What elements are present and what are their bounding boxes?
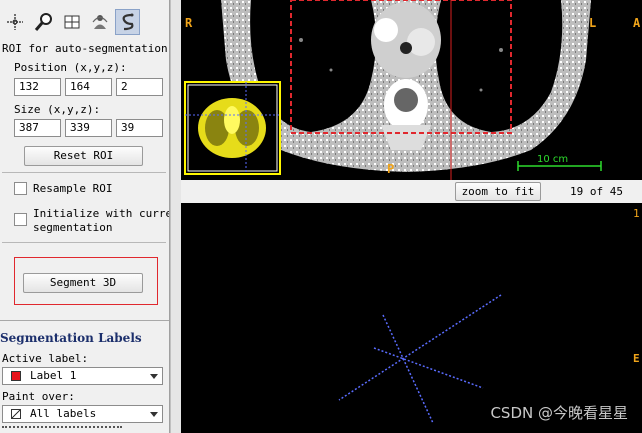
initialize-label-line2: segmentation — [33, 221, 113, 234]
paint-over-value: All labels — [30, 407, 97, 420]
size-z-field[interactable]: 39 — [116, 119, 163, 137]
left-panel: ROI for auto-segmentation: Position (x,y… — [0, 0, 170, 433]
paintbrush-tool-button[interactable] — [87, 9, 112, 35]
divider — [2, 242, 166, 243]
segment-3d-button[interactable]: Segment 3D — [23, 273, 143, 293]
right-edge-mid-label: E — [633, 352, 640, 365]
grid-icon — [64, 15, 79, 29]
window-tool-button[interactable] — [59, 9, 84, 35]
position-label: Position (x,y,z): — [14, 61, 127, 74]
orientation-left: R — [185, 16, 193, 30]
ct-image — [184, 0, 602, 180]
orientation-bottom: P — [387, 162, 395, 176]
person-icon — [92, 15, 107, 29]
paint-over-caption: Paint over: — [2, 390, 75, 403]
cut-off-row — [0, 426, 169, 433]
resample-roi-checkbox[interactable] — [14, 182, 27, 195]
panel-splitter[interactable] — [170, 0, 181, 433]
ct-slice-view[interactable]: R L P 10 cm — [181, 0, 632, 180]
divider — [0, 320, 169, 321]
snake-icon — [122, 13, 133, 31]
active-label-value: Label 1 — [30, 369, 77, 382]
divider — [2, 172, 166, 173]
position-x-field[interactable]: 132 — [14, 78, 61, 96]
active-label-select[interactable]: Label 1 — [2, 367, 163, 385]
crosshair-icon — [6, 14, 23, 30]
reset-roi-button[interactable]: Reset ROI — [24, 146, 143, 166]
size-label: Size (x,y,z): — [14, 103, 101, 116]
crosshair-tool-button[interactable] — [2, 9, 27, 35]
3d-view[interactable] — [181, 203, 632, 433]
toolbar — [0, 0, 169, 36]
orientation-right-edge: A — [633, 16, 641, 30]
roi-title: ROI for auto-segmentation: — [2, 42, 170, 55]
chevron-down-icon — [150, 412, 158, 417]
size-y-field[interactable]: 339 — [65, 119, 112, 137]
zoom-tool-button[interactable] — [31, 9, 56, 35]
position-z-field[interactable]: 2 — [116, 78, 163, 96]
resample-roi-label: Resample ROI — [33, 182, 113, 195]
right-edge-top-label: 1 — [633, 207, 640, 220]
initialize-label-line1: Initialize with currer — [33, 207, 170, 220]
slice-status-bar: zoom to fit 19 of 45 — [181, 180, 642, 203]
segmentation-labels-title: Segmentation Labels — [0, 331, 142, 345]
label-color-swatch — [11, 371, 21, 381]
size-x-field[interactable]: 387 — [14, 119, 61, 137]
right-edge-strip: A 1 E — [632, 0, 642, 433]
snake-tool-button[interactable] — [115, 9, 140, 35]
paint-over-select[interactable]: All labels — [2, 405, 163, 423]
orientation-right: L — [589, 16, 597, 30]
magnifier-icon — [34, 13, 52, 31]
watermark: CSDN @今晚看星星 — [490, 404, 628, 422]
all-labels-swatch — [11, 409, 21, 419]
scale-bar-label: 10 cm — [537, 154, 569, 165]
3d-axes — [338, 294, 502, 424]
position-y-field[interactable]: 164 — [65, 78, 112, 96]
slice-counter: 19 of 45 — [570, 185, 623, 198]
chevron-down-icon — [150, 374, 158, 379]
initialize-checkbox[interactable] — [14, 213, 27, 226]
active-label-caption: Active label: — [2, 352, 89, 365]
zoom-to-fit-button[interactable]: zoom to fit — [455, 182, 541, 201]
